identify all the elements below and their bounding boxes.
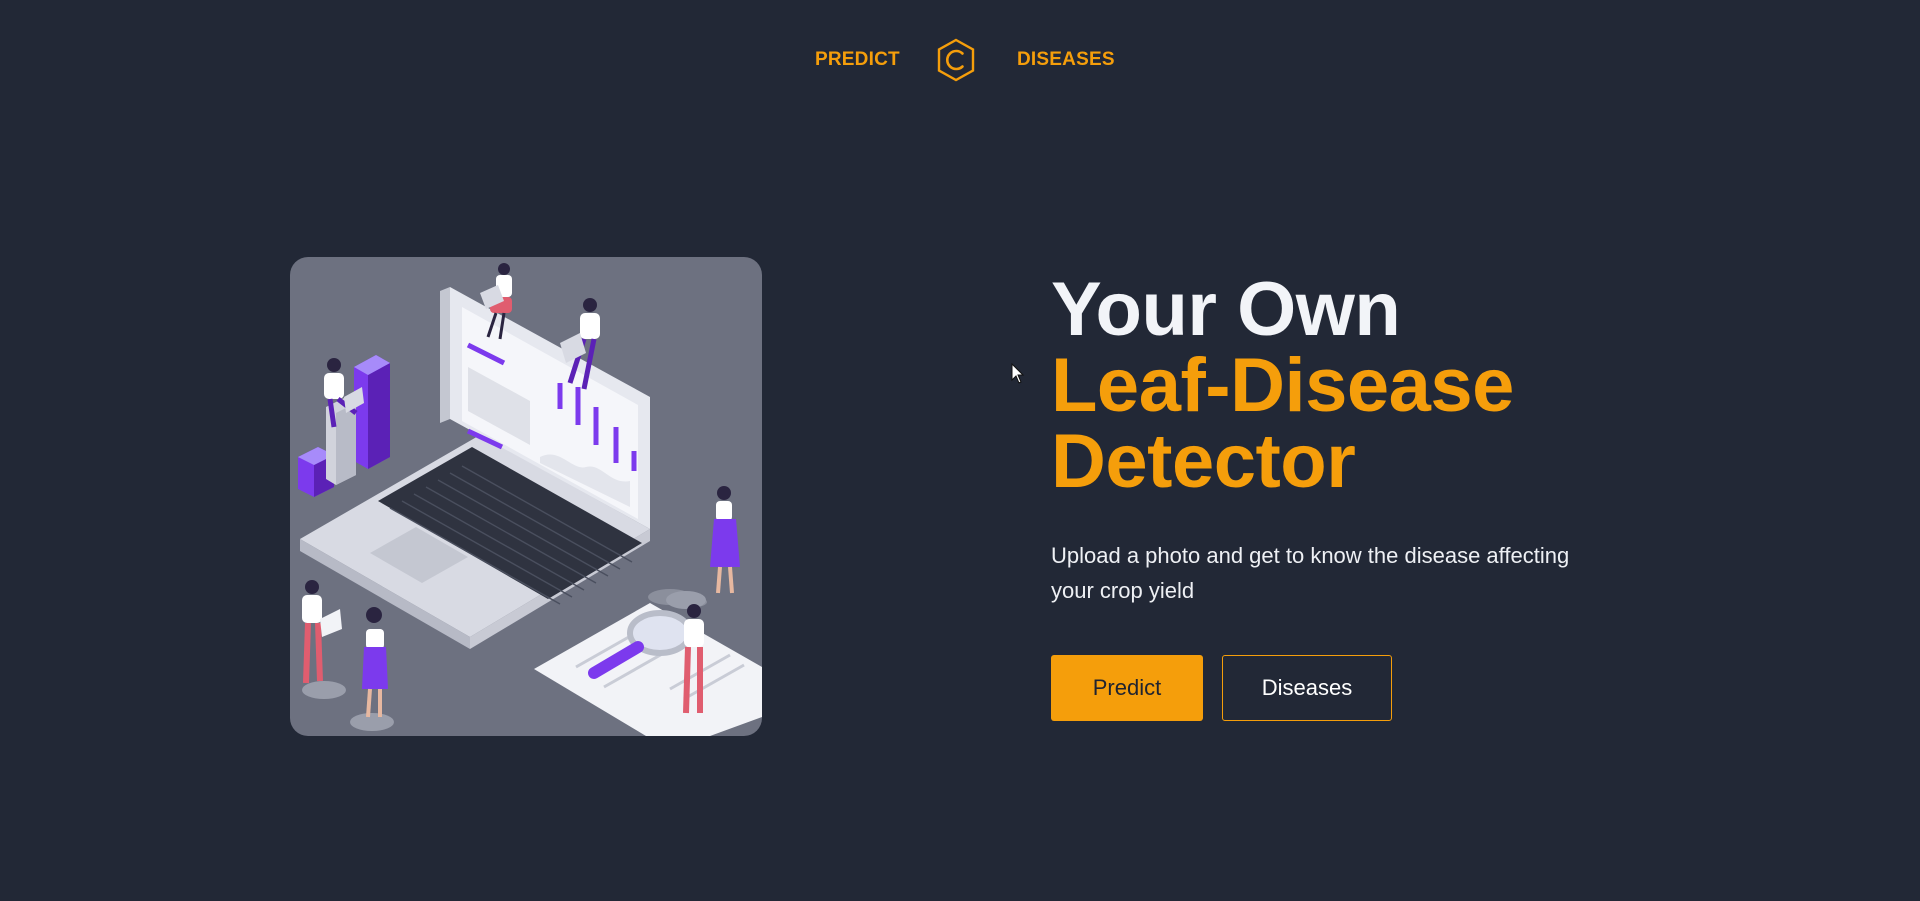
hero-title-line-1: Your Own — [1051, 267, 1401, 352]
top-navigation: PREDICT DISEASES — [0, 0, 1920, 120]
laptop-people-illustration — [298, 263, 762, 736]
diseases-button[interactable]: Diseases — [1222, 655, 1392, 721]
hexagon-c-logo-icon[interactable] — [936, 38, 976, 82]
hero-illustration — [290, 257, 762, 736]
nav-diseases-link[interactable]: DISEASES — [1017, 49, 1115, 71]
predict-button[interactable]: Predict — [1051, 655, 1203, 721]
hero-subtitle: Upload a photo and get to know the disea… — [1051, 543, 1570, 603]
mouse-pointer-icon — [1011, 363, 1025, 384]
hero-title-line-3: Detector — [1051, 419, 1356, 504]
hero-title-line-2: Leaf-Disease — [1051, 343, 1514, 428]
hero-text-block: Your Own Leaf-Disease Detector Upload a … — [1051, 272, 1671, 608]
nav-predict-link[interactable]: PREDICT — [815, 49, 900, 71]
